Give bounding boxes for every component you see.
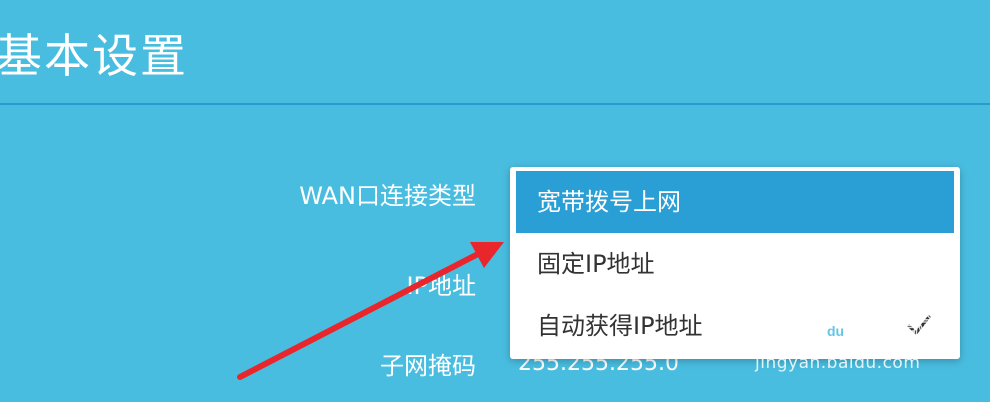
svg-text:Bai: Bai [757,303,819,347]
option-static-ip[interactable]: 固定IP地址 [516,233,954,295]
option-static-ip-label: 固定IP地址 [537,250,655,278]
svg-text:经验: 经验 [869,307,937,347]
page-title: 基本设置 [0,29,188,83]
svg-text:du: du [827,323,844,339]
wan-connection-type-label: WAN口连接类型 [299,182,476,210]
baidu-logo-icon: Bai du 经验 [757,302,938,348]
watermark-url: jingyan.baidu.com [755,353,921,373]
header-divider [0,103,990,105]
option-pppoe-label: 宽带拨号上网 [537,188,681,216]
subnet-mask-label: 子网掩码 [380,352,476,380]
baidu-jingyan-watermark: Bai du 经验 jingyan.baidu.com [755,290,945,380]
option-pppoe[interactable]: 宽带拨号上网 [516,171,954,233]
option-dhcp-label: 自动获得IP地址 [537,312,703,340]
ip-address-label: IP地址 [406,272,476,300]
